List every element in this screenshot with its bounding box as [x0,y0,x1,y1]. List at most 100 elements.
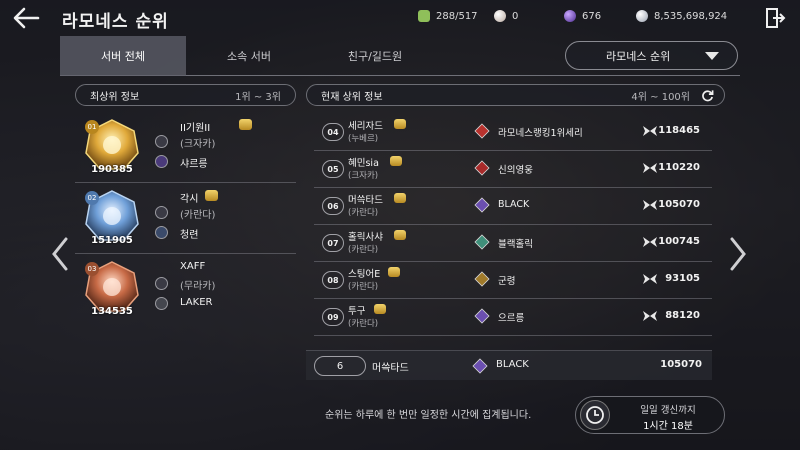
previous-page-button[interactable] [50,236,70,272]
player-name: 세리자드 [348,121,383,132]
guild-name: 라모네스랭킹1위세리 [498,128,583,139]
wing-score-icon [643,126,657,136]
player-server: (카란다) [180,210,216,221]
back-button[interactable] [12,6,40,30]
rank-score: 134535 [91,306,133,317]
rank-badge-icon [394,119,406,129]
silver-rank-emblem: 02 151905 [81,188,143,248]
top-rank-card[interactable]: 03 134535 XAFF (무라카) LAKER [75,255,296,325]
my-rank-row: 6 머쓱타드 BLACK 105070 [306,350,712,380]
score-value: 105070 [658,199,700,210]
player-server: (크자카) [348,171,379,181]
rank-number: 01 [85,120,99,134]
guild-name: 청련 [180,230,199,241]
guild-name: 샤르릉 [180,159,208,170]
my-guild-name: BLACK [496,359,529,370]
player-name: 혜민sia [348,158,379,169]
page-title: 라모네스 순위 [62,12,169,32]
refresh-icon[interactable] [701,89,714,102]
guild-name: 블랙홀릭 [498,239,533,250]
guild-crest-icon [474,197,490,213]
top-ranks-title: 최상위 정보 [90,91,140,103]
wing-score-icon [643,311,657,321]
ranking-row[interactable]: 05 혜민sia (크자카) 신의영웅 110220 [314,151,712,188]
player-name: 각시 [180,194,199,205]
score-value: 93105 [665,273,700,284]
rank-badge-icon [205,190,218,201]
score-value: 118465 [658,125,700,136]
player-server: (누베르) [348,134,379,144]
tab-friends-guild[interactable]: 친구/길드원 [312,36,438,76]
guild-name: BLACK [498,199,530,210]
rank-number: 09 [322,308,344,326]
dark-crystal-value: 676 [582,10,602,22]
bronze-rank-emblem: 03 134535 [81,259,143,319]
ranking-row[interactable]: 04 세리자드 (누베르) 라모네스랭킹1위세리 118465 [314,114,712,151]
ranking-row[interactable]: 06 머쓱타드 (카란다) BLACK 105070 [314,188,712,225]
next-page-button[interactable] [728,236,748,272]
guild-name: 군령 [498,276,516,287]
wing-score-icon [643,200,657,210]
guild-name: 신의영웅 [498,165,533,176]
rank-number: 06 [322,197,344,215]
ranking-row[interactable]: 07 홀릭사샤 (카란다) 블랙홀릭 100745 [314,225,712,262]
player-server: (무라카) [180,281,216,292]
player-name: II기원II [180,123,211,134]
my-player-name: 머쓱타드 [372,363,409,374]
resource-silver: 8,535,698,924 [636,10,727,22]
guild-crest-icon [155,155,168,168]
guild-crest-icon [474,160,490,176]
refresh-timer: 일일 갱신까지 1시간 18분 [575,396,725,434]
top-bar: 라모네스 순위 288/517 0 676 8,535,698,924 [0,0,800,36]
dark-crystal-icon [564,10,576,22]
player-server: (카란다) [348,208,379,218]
top-ranks-range: 1위 ~ 3위 [235,91,281,103]
rank-badge-icon [239,119,252,130]
resource-pearl: 0 [494,10,518,22]
wing-score-icon [643,163,657,173]
tab-all-servers[interactable]: 서버 전체 [60,36,186,76]
ranking-row[interactable]: 09 투구 (카란다) 으르릉 88120 [314,299,712,336]
energy-icon [418,10,430,22]
rank-badge-icon [388,267,400,277]
guild-crest-icon [155,226,168,239]
wing-score-icon [643,237,657,247]
exit-button[interactable] [764,7,786,29]
tab-my-server[interactable]: 소속 서버 [186,36,312,76]
player-name: XAFF [180,261,206,272]
rank-number: 07 [322,234,344,252]
ranking-list[interactable]: 04 세리자드 (누베르) 라모네스랭킹1위세리 118465 05 혜민sia… [314,114,712,339]
silver-value: 8,535,698,924 [654,10,728,22]
ranking-type-label: 라모네스 순위 [606,49,671,63]
guild-crest-icon [474,123,490,139]
pearl-value: 0 [512,10,519,22]
player-name: 홀릭사샤 [348,232,383,243]
rank-badge-icon [374,304,386,314]
guild-name: LAKER [180,297,213,308]
server-icon [155,206,168,219]
rank-number: 02 [85,191,99,205]
top-ranks-panel: 01 190385 II기원II (크자카) 샤르릉 02 151905 각시 … [75,113,296,325]
my-score-value: 105070 [660,359,702,370]
rank-badge-icon [390,156,402,166]
top-ranks-header: 최상위 정보 1위 ~ 3위 [75,84,296,106]
score-value: 88120 [665,310,700,321]
top-rank-card[interactable]: 01 190385 II기원II (크자카) 샤르릉 [75,113,296,183]
silver-coin-icon [636,10,648,22]
timer-label: 일일 갱신까지 [640,405,696,416]
top-rank-card[interactable]: 02 151905 각시 (카란다) 청련 [75,184,296,254]
player-server: (카란다) [348,245,379,255]
ranking-type-dropdown[interactable]: 라모네스 순위 [565,41,738,70]
current-ranks-title: 현재 상위 정보 [321,91,383,103]
guild-crest-icon [474,271,490,287]
resource-energy: 288/517 [418,10,478,22]
player-name: 머쓱타드 [348,195,383,206]
player-server: (크자카) [180,139,216,150]
ranking-row[interactable]: 08 스팅어E (카란다) 군령 93105 [314,262,712,299]
current-ranks-range: 4위 ~ 100위 [631,91,690,103]
back-arrow-icon [13,7,40,29]
rank-badge-icon [394,193,406,203]
rank-number: 08 [322,271,344,289]
timer-value: 1시간 18분 [643,421,693,432]
guild-crest-icon [155,297,168,310]
